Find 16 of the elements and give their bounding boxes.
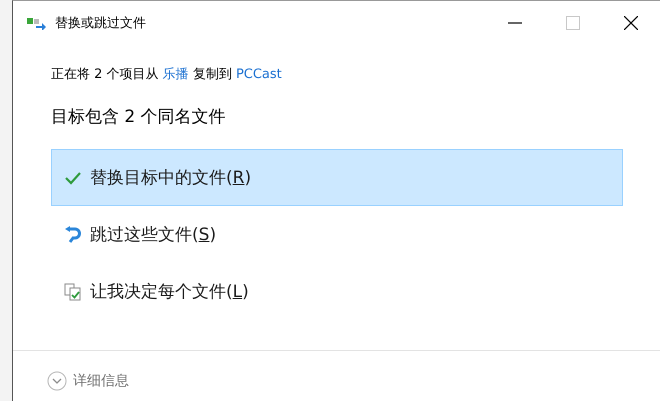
details-toggle[interactable]: 详细信息 (47, 371, 129, 391)
undo-arrow-icon (64, 226, 82, 244)
documents-check-icon (64, 282, 82, 300)
copy-status-text: 正在将 2 个项目从 乐播 复制到 PCCast (51, 66, 283, 83)
chevron-circle-icon (47, 371, 67, 391)
copy-arrow-icon (27, 16, 47, 30)
option-button[interactable]: 跳过这些文件(S) (51, 206, 623, 263)
folder-link[interactable]: PCCast (236, 67, 282, 82)
option-button[interactable]: 让我决定每个文件(L) (51, 263, 623, 320)
folder-link[interactable]: 乐播 (162, 67, 189, 82)
window-title: 替换或跳过文件 (55, 15, 147, 32)
minimize-icon (508, 22, 522, 24)
dialog-heading: 目标包含 2 个同名文件 (51, 106, 227, 128)
option-button[interactable]: 替换目标中的文件(R) (51, 149, 623, 206)
close-icon (624, 16, 638, 30)
maximize-icon (566, 16, 580, 30)
